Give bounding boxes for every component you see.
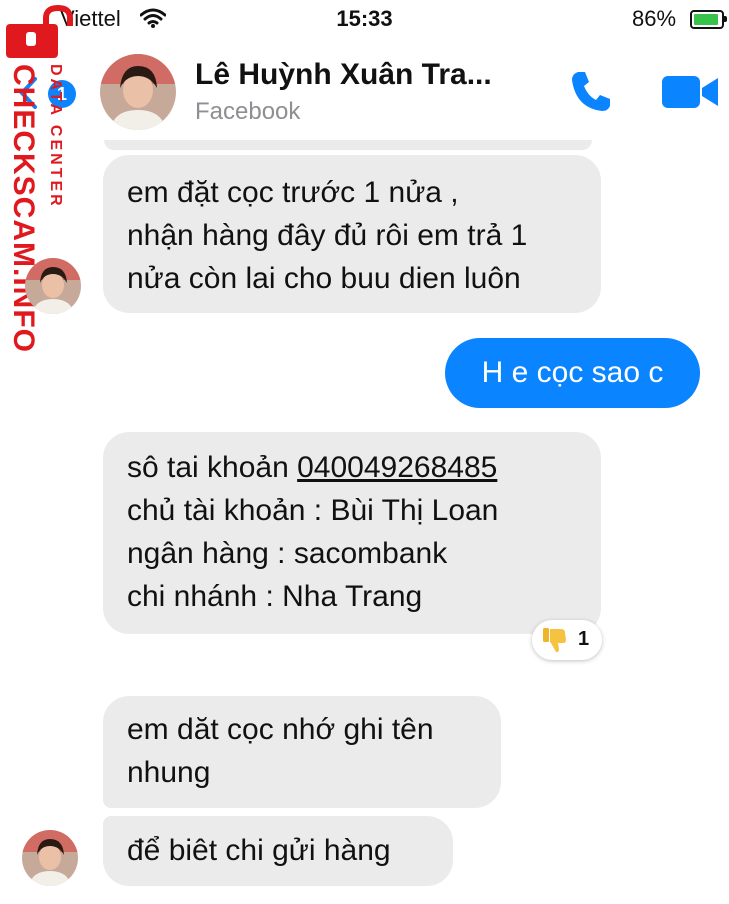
message-text: chủ tài khoản : Bùi Thị Loan: [127, 494, 499, 527]
status-bar: Viettel 15:33 86%: [0, 0, 729, 36]
message-text: nhận hàng đây đủ rôi em trả 1: [127, 219, 528, 252]
conversation-header: 1 Lê Huỳnh Xuân Tra... Facebook: [0, 36, 729, 146]
message-text: sô tai khoản: [127, 451, 298, 484]
thumbs-down-icon: [542, 626, 568, 654]
lock-icon: [6, 4, 76, 58]
reaction-count: 1: [578, 628, 590, 650]
message-text: em dăt cọc nhớ ghi tên: [127, 713, 434, 746]
phone-icon[interactable]: [566, 66, 616, 116]
watermark-site: CHECKSCAM.INFO: [7, 64, 40, 353]
battery-percent: 86%: [632, 6, 677, 31]
message-text: để biêt chi gửi hàng: [127, 834, 391, 867]
video-camera-icon[interactable]: [660, 70, 720, 114]
watermark-label: DATA CENTER: [47, 64, 64, 209]
contact-name[interactable]: Lê Huỳnh Xuân Tra...: [195, 58, 492, 92]
message-text: nhung: [127, 756, 211, 789]
previous-message-bubble: [104, 140, 592, 150]
battery-icon: [690, 10, 727, 29]
contact-subtitle: Facebook: [195, 98, 301, 125]
contact-avatar[interactable]: [100, 54, 176, 130]
incoming-message[interactable]: để biêt chi gửi hàng: [103, 816, 453, 886]
clock: 15:33: [336, 6, 393, 31]
incoming-message[interactable]: em đặt cọc trước 1 nửa , nhận hàng đây đ…: [103, 155, 601, 313]
sender-avatar[interactable]: [25, 258, 81, 314]
outgoing-message[interactable]: H e cọc sao c: [445, 338, 700, 408]
message-text: chi nhánh : Nha Trang: [127, 580, 423, 613]
message-text: ngân hàng : sacombank: [127, 537, 448, 570]
message-text: em đặt cọc trước 1 nửa ,: [127, 176, 459, 209]
incoming-message[interactable]: em dăt cọc nhớ ghi tên nhung: [103, 696, 501, 808]
message-line: sô tai khoản 040049268485: [127, 446, 577, 489]
message-text: nửa còn lai cho buu dien luôn: [127, 262, 521, 295]
message-text: H e cọc sao c: [481, 356, 664, 389]
incoming-message[interactable]: sô tai khoản 040049268485 chủ tài khoản …: [103, 432, 601, 634]
reaction-badge[interactable]: 1: [532, 620, 602, 660]
sender-avatar[interactable]: [22, 830, 78, 886]
account-number-link[interactable]: 040049268485: [297, 451, 497, 484]
